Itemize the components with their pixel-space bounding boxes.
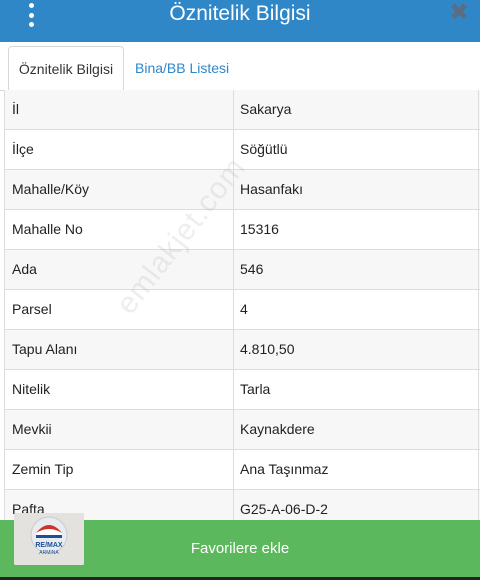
modal-title: Öznitelik Bilgisi: [169, 2, 311, 25]
row-value: Sakarya: [240, 101, 292, 117]
close-icon[interactable]: ✖: [446, 0, 472, 26]
row-label: Tapu Alanı: [12, 341, 78, 357]
table-row: Nitelik Tarla: [4, 370, 480, 410]
column-divider: [233, 370, 234, 409]
column-divider: [233, 250, 234, 289]
row-label: Parsel: [12, 301, 52, 317]
column-divider: [233, 130, 234, 169]
column-divider: [233, 210, 234, 249]
row-value: 4: [240, 301, 248, 317]
table-row: İlçe Söğütlü: [4, 130, 480, 170]
attribute-table: İl Sakarya İlçe Söğütlü Mahalle/Köy Hasa…: [4, 90, 480, 530]
column-divider: [233, 290, 234, 329]
tab-attribute-info[interactable]: Öznitelik Bilgisi: [8, 46, 124, 92]
row-value: 4.810,50: [240, 341, 295, 357]
table-row: Mahalle/Köy Hasanfakı: [4, 170, 480, 210]
logo-brand-text: RE/MAX: [35, 542, 63, 549]
remax-logo: RE/MAX ARMINA: [14, 513, 84, 565]
row-value: Hasanfakı: [240, 181, 304, 197]
row-value: Tarla: [240, 381, 271, 397]
table-row: İl Sakarya: [4, 90, 480, 130]
column-divider: [233, 90, 234, 129]
row-label: İlçe: [12, 141, 34, 157]
row-value: 546: [240, 261, 264, 277]
column-divider: [233, 410, 234, 449]
row-label: Mahalle No: [12, 221, 83, 237]
logo-name-text: ARMINA: [39, 550, 59, 556]
column-divider: [233, 450, 234, 489]
table-row: Tapu Alanı 4.810,50: [4, 330, 480, 370]
table-row: Zemin Tip Ana Taşınmaz: [4, 450, 480, 490]
row-label: Mahalle/Köy: [12, 181, 90, 197]
tab-building-list[interactable]: Bina/BB Listesi: [135, 46, 229, 90]
table-row: Mahalle No 15316: [4, 210, 480, 250]
table-row: Mevkii Kaynakdere: [4, 410, 480, 450]
row-value: Kaynakdere: [240, 421, 315, 437]
remax-logo-graphic: RE/MAXARMINA: [14, 513, 84, 565]
row-label: Zemin Tip: [12, 461, 74, 477]
row-value: Söğütlü: [240, 141, 288, 157]
row-label: Ada: [12, 261, 37, 277]
row-label: Nitelik: [12, 381, 51, 397]
column-divider: [233, 170, 234, 209]
table-row: Parsel 4: [4, 290, 480, 330]
row-label: Mevkii: [12, 421, 52, 437]
table-row: Ada 546: [4, 250, 480, 290]
row-label: İl: [12, 101, 19, 117]
column-divider: [233, 330, 234, 369]
tab-bar: Öznitelik Bilgisi Bina/BB Listesi: [0, 42, 480, 92]
row-value: 15316: [240, 221, 279, 237]
modal-header: Öznitelik Bilgisi ✖: [0, 0, 480, 42]
row-value: Ana Taşınmaz: [240, 461, 329, 477]
